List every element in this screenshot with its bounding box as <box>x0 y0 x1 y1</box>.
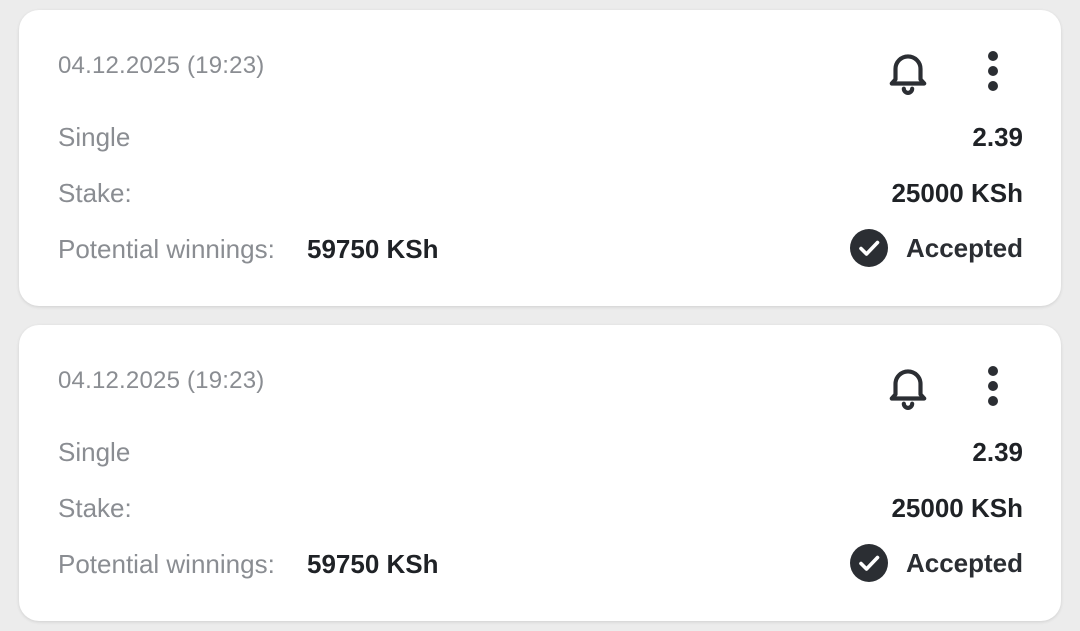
more-vertical-icon[interactable] <box>971 359 1015 413</box>
stake-value: 25000 KSh <box>891 178 1023 208</box>
odds-value: 2.39 <box>972 437 1023 467</box>
bet-card[interactable]: 04.12.2025 (19:23) Single 2.39 Stake: 25… <box>19 325 1061 621</box>
bet-type-label: Single <box>58 122 131 152</box>
bell-icon[interactable] <box>881 359 935 413</box>
stake-label: Stake: <box>58 178 132 208</box>
bet-date: 04.12.2025 (19:23) <box>58 367 265 394</box>
status-text: Accepted <box>905 232 1023 263</box>
bet-card[interactable]: 04.12.2025 (19:23) Single 2.39 Stake: 25… <box>19 10 1061 306</box>
bet-type-label: Single <box>58 437 131 467</box>
bet-date: 04.12.2025 (19:23) <box>58 52 265 79</box>
stake-label: Stake: <box>58 493 132 523</box>
status-badge: Accepted <box>849 544 1023 582</box>
stake-value: 25000 KSh <box>891 493 1023 523</box>
potential-winnings-label: Potential winnings: <box>58 549 275 579</box>
status-badge: Accepted <box>849 229 1023 267</box>
potential-winnings-value: 59750 KSh <box>307 549 439 579</box>
more-vertical-icon[interactable] <box>971 44 1015 98</box>
check-circle-icon <box>849 229 888 267</box>
potential-winnings-label: Potential winnings: <box>58 234 275 264</box>
bell-icon[interactable] <box>881 44 935 98</box>
check-circle-icon <box>849 544 888 582</box>
status-text: Accepted <box>905 547 1023 578</box>
odds-value: 2.39 <box>972 122 1023 152</box>
potential-winnings-value: 59750 KSh <box>307 234 439 264</box>
bet-history-list: 04.12.2025 (19:23) Single 2.39 Stake: 25… <box>0 0 1080 631</box>
